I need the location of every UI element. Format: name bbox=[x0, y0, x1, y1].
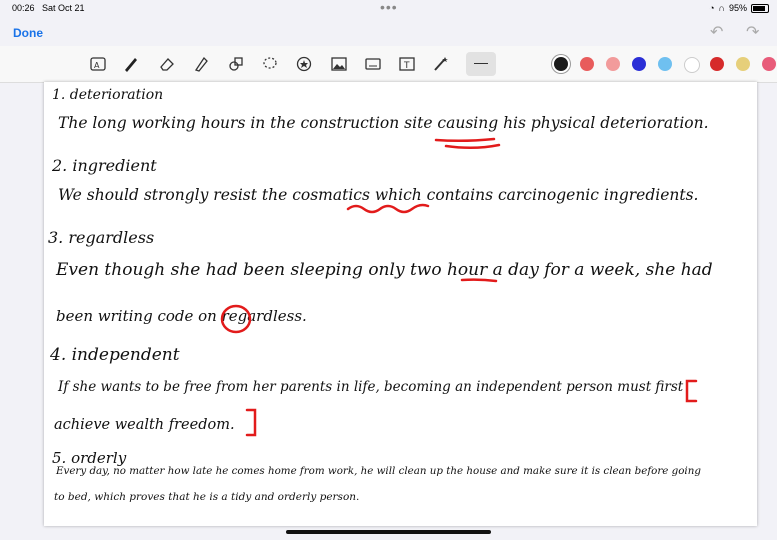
status-right: ◔ ∩ 95% bbox=[709, 3, 769, 13]
bracket-must-first bbox=[685, 379, 698, 403]
battery-icon bbox=[751, 3, 769, 13]
status-bar: 00:26 Sat Oct 21 ••• ◔ ∩ 95% bbox=[0, 0, 777, 16]
done-button[interactable]: Done bbox=[13, 26, 43, 40]
text-box-icon[interactable]: T bbox=[397, 54, 417, 74]
wifi-icon: ◔ bbox=[709, 3, 715, 13]
stroke-width-selected[interactable] bbox=[466, 52, 496, 76]
svg-text:A: A bbox=[94, 61, 100, 70]
color-swatch[interactable] bbox=[632, 57, 646, 71]
handwriting-to-text-icon[interactable]: A bbox=[88, 54, 108, 74]
svg-text:T: T bbox=[403, 61, 410, 71]
multitasking-dots-icon[interactable]: ••• bbox=[380, 0, 398, 14]
eraser-icon[interactable] bbox=[157, 54, 177, 74]
undo-icon[interactable]: ↶ bbox=[710, 22, 723, 42]
circle-on bbox=[220, 304, 252, 334]
bracket-freedom bbox=[245, 408, 257, 437]
color-swatch[interactable] bbox=[580, 57, 594, 71]
color-swatch[interactable] bbox=[710, 57, 724, 71]
markup-toolbar: A T bbox=[0, 46, 777, 111]
status-time: 00:26 bbox=[12, 3, 35, 13]
magic-wand-icon[interactable] bbox=[431, 54, 451, 74]
navigation-bar: Done ↶ ↷ bbox=[0, 18, 777, 46]
wavy-underline-cosmatics bbox=[346, 203, 430, 214]
battery-percent: 95% bbox=[728, 3, 747, 13]
color-swatch[interactable] bbox=[606, 57, 620, 71]
home-indicator[interactable] bbox=[286, 530, 491, 534]
shapes-icon[interactable] bbox=[226, 54, 246, 74]
image-icon[interactable] bbox=[329, 54, 349, 74]
highlighter-icon[interactable] bbox=[191, 54, 211, 74]
color-swatch[interactable] bbox=[736, 57, 750, 71]
pen-tool-icon[interactable] bbox=[121, 54, 141, 74]
color-swatch[interactable] bbox=[658, 57, 672, 71]
redo-icon[interactable]: ↷ bbox=[746, 22, 759, 42]
keyboard-icon[interactable] bbox=[363, 54, 383, 74]
color-swatch[interactable] bbox=[554, 57, 568, 71]
red-annotations bbox=[220, 137, 698, 437]
color-swatch[interactable] bbox=[684, 57, 700, 73]
underline-hour bbox=[460, 278, 498, 283]
sticker-icon[interactable] bbox=[294, 54, 314, 74]
lasso-icon[interactable] bbox=[260, 54, 280, 74]
status-date: Sat Oct 21 bbox=[42, 3, 85, 13]
underline-causing bbox=[434, 137, 501, 149]
headphones-icon: ∩ bbox=[718, 3, 725, 13]
note-page[interactable]: 1. deterioration The long working hours … bbox=[44, 82, 757, 526]
color-swatch[interactable] bbox=[762, 57, 776, 71]
